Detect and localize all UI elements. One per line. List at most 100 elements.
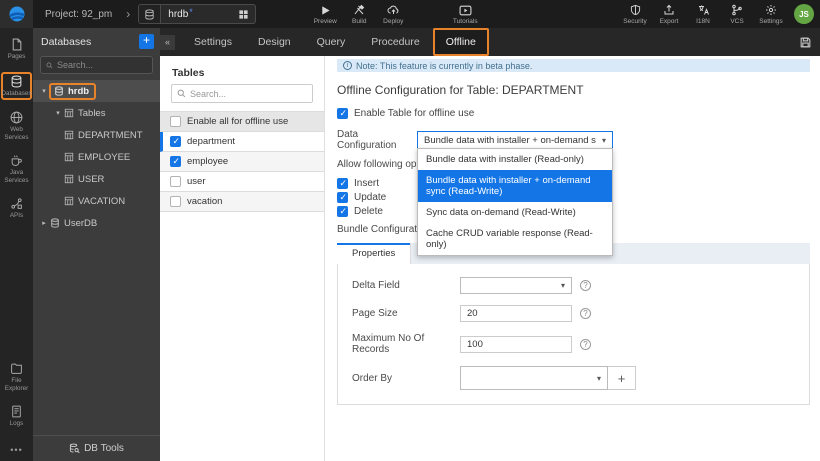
build-button[interactable]: Build: [342, 0, 376, 28]
user-checkbox[interactable]: [170, 176, 181, 187]
enable-table-row[interactable]: Enable Table for offline use: [337, 108, 810, 119]
tab-query[interactable]: Query: [304, 28, 359, 56]
table-row-employee[interactable]: employee: [160, 152, 324, 172]
tree-node-tables[interactable]: ▾ Tables: [33, 102, 160, 124]
sidebar-item-java-services[interactable]: Java Services: [0, 152, 33, 186]
globe-icon: [10, 111, 23, 124]
tree-node-hrdb[interactable]: ▾ hrdb: [33, 80, 160, 102]
help-icon[interactable]: ?: [580, 280, 591, 291]
help-icon[interactable]: ?: [580, 338, 591, 350]
order-by-select[interactable]: ▾: [460, 366, 608, 390]
department-checkbox[interactable]: [170, 136, 181, 147]
search-icon: [46, 62, 53, 68]
enable-all-checkbox[interactable]: [170, 116, 181, 127]
translate-icon: [697, 4, 710, 17]
delta-field-select[interactable]: ▾: [460, 277, 572, 294]
grid-view-icon[interactable]: [238, 9, 249, 20]
tables-search-box[interactable]: [171, 84, 313, 103]
enable-all-row[interactable]: Enable all for offline use: [160, 112, 324, 132]
tab-procedure[interactable]: Procedure: [358, 28, 432, 56]
data-configuration-row: Data Configuration Bundle data with inst…: [337, 129, 810, 256]
sidebar-item-databases[interactable]: Databases: [1, 71, 32, 101]
more-options-icon[interactable]: •••: [10, 445, 22, 455]
tab-design[interactable]: Design: [245, 28, 304, 56]
tree-node-table[interactable]: VACATION: [33, 190, 160, 212]
database-icon: [54, 86, 64, 96]
databases-panel-title: Databases: [41, 35, 92, 48]
data-configuration-label: Data Configuration: [337, 129, 397, 151]
collapse-panel-icon[interactable]: «: [160, 34, 175, 50]
sidebar-item-logs[interactable]: Logs: [0, 403, 33, 430]
tree-node-table[interactable]: EMPLOYEE: [33, 146, 160, 168]
settings-button[interactable]: Settings: [754, 0, 788, 28]
deploy-button[interactable]: Deploy: [376, 0, 410, 28]
update-label: Update: [354, 192, 387, 203]
tab-settings[interactable]: Settings: [181, 28, 245, 56]
vcs-button[interactable]: VCS: [720, 0, 754, 28]
tree-expand-icon[interactable]: ▾: [53, 109, 63, 117]
table-icon: [64, 174, 74, 184]
vacation-checkbox[interactable]: [170, 196, 181, 207]
table-row-vacation[interactable]: vacation: [160, 192, 324, 212]
insert-checkbox[interactable]: [337, 178, 348, 189]
delete-checkbox[interactable]: [337, 206, 348, 217]
db-tools-button[interactable]: DB Tools: [33, 435, 160, 461]
bundle-properties-panel: Delta Field ▾ ? Page Size ? Maximum No O…: [337, 264, 810, 405]
coffee-cup-icon: [11, 155, 22, 167]
help-icon[interactable]: ?: [580, 308, 591, 319]
enable-table-checkbox[interactable]: [337, 108, 348, 119]
tree-expand-icon[interactable]: ▸: [39, 219, 49, 227]
api-nodes-icon: [11, 198, 22, 210]
data-configuration-select[interactable]: Bundle data with installer + on-demand s…: [417, 131, 613, 149]
security-button[interactable]: Security: [618, 0, 652, 28]
order-by-row: Order By ▾ +: [352, 366, 809, 390]
insert-label: Insert: [354, 178, 380, 189]
sidebar-item-web-services[interactable]: Web Services: [0, 109, 33, 143]
add-database-button[interactable]: +: [139, 34, 154, 49]
tree-node-userdb[interactable]: ▸ UserDB: [33, 212, 160, 234]
db-search-input[interactable]: [57, 60, 147, 70]
update-checkbox[interactable]: [337, 192, 348, 203]
table-row-label: vacation: [187, 196, 223, 207]
tab-properties[interactable]: Properties: [337, 243, 412, 264]
enable-all-label: Enable all for offline use: [187, 116, 289, 127]
db-selector[interactable]: hrdb *: [138, 4, 257, 24]
max-records-input[interactable]: [460, 335, 572, 353]
page-size-input[interactable]: [460, 305, 572, 322]
user-avatar[interactable]: JS: [794, 4, 814, 24]
tree-node-label: VACATION: [78, 195, 126, 207]
tree-node-label: USER: [78, 173, 105, 185]
dropdown-option[interactable]: Sync data on-demand (Read-Write): [418, 202, 612, 223]
app-logo[interactable]: [0, 0, 33, 28]
sidebar-item-pages[interactable]: Pages: [0, 36, 33, 63]
table-row-user[interactable]: user: [160, 172, 324, 192]
sidebar-item-apis[interactable]: APIs: [0, 195, 33, 222]
sidebar-item-file-explorer[interactable]: File Explorer: [0, 360, 33, 394]
tutorials-button[interactable]: Tutorials: [448, 0, 482, 28]
tab-offline[interactable]: Offline: [432, 28, 489, 56]
db-selector-name: hrdb: [168, 8, 189, 20]
tree-node-table[interactable]: USER: [33, 168, 160, 190]
tables-panel-title: Tables: [172, 67, 205, 79]
tables-panel: Tables Enable all for offline use depart…: [160, 56, 325, 461]
preview-button[interactable]: Preview: [308, 0, 342, 28]
tables-search-input[interactable]: [190, 88, 300, 99]
dropdown-option-selected[interactable]: Bundle data with installer + on-demand s…: [418, 170, 612, 202]
db-search-box[interactable]: [40, 56, 153, 74]
add-order-by-button[interactable]: +: [608, 366, 636, 390]
editor-tab-bar: « Settings Design Query Procedure Offlin…: [160, 28, 820, 56]
tree-node-table[interactable]: DEPARTMENT: [33, 124, 160, 146]
dropdown-option[interactable]: Bundle data with installer (Read-only): [418, 149, 612, 170]
page-size-row: Page Size ?: [352, 305, 809, 322]
table-row-department[interactable]: department: [160, 132, 324, 152]
gear-icon: [765, 4, 777, 17]
tree-expand-icon[interactable]: ▾: [39, 87, 49, 95]
employee-checkbox[interactable]: [170, 156, 181, 167]
delta-field-label: Delta Field: [352, 280, 400, 291]
export-button[interactable]: Export: [652, 0, 686, 28]
caret-down-icon: ▾: [596, 373, 601, 383]
i18n-button[interactable]: I18N: [686, 0, 720, 28]
dropdown-option[interactable]: Cache CRUD variable response (Read-only): [418, 223, 612, 255]
save-db-button[interactable]: [799, 36, 812, 49]
order-by-label: Order By: [352, 372, 393, 384]
